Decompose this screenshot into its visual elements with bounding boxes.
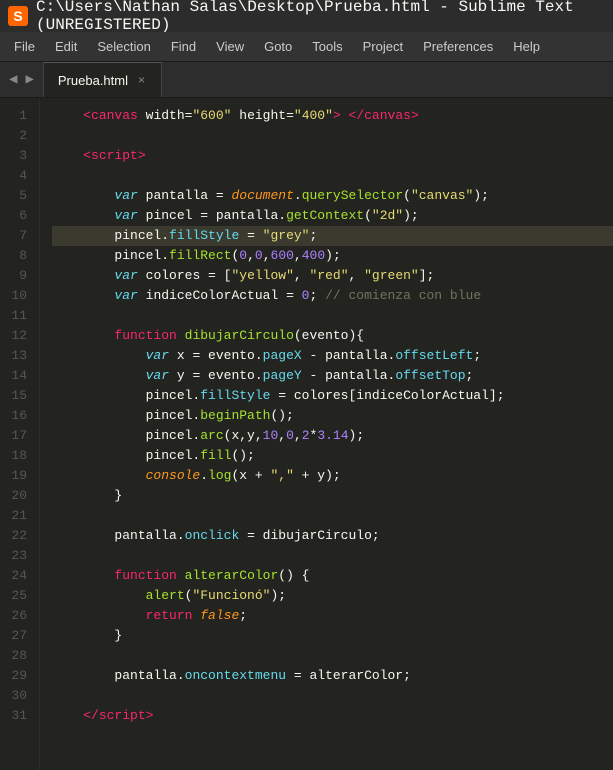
line-num-8: 8 — [8, 246, 27, 266]
line-num-26: 26 — [8, 606, 27, 626]
code-line-10: var indiceColorActual = 0; // comienza c… — [52, 286, 613, 306]
code-line-23 — [52, 546, 613, 566]
code-line-27: } — [52, 626, 613, 646]
line-num-9: 9 — [8, 266, 27, 286]
line-num-3: 3 — [8, 146, 27, 166]
line-num-12: 12 — [8, 326, 27, 346]
menu-file[interactable]: File — [4, 35, 45, 58]
code-line-9: var colores = ["yellow", "red", "green"]… — [52, 266, 613, 286]
menu-selection[interactable]: Selection — [87, 35, 160, 58]
line-num-31: 31 — [8, 706, 27, 726]
title-bar: S C:\Users\Nathan Salas\Desktop\Prueba.h… — [0, 0, 613, 32]
code-line-7: pincel.fillStyle = "grey"; — [52, 226, 613, 246]
code-line-13: var x = evento.pageX - pantalla.offsetLe… — [52, 346, 613, 366]
line-num-15: 15 — [8, 386, 27, 406]
line-num-16: 16 — [8, 406, 27, 426]
code-line-8: pincel.fillRect(0,0,600,400); — [52, 246, 613, 266]
tab-label: Prueba.html — [58, 73, 128, 88]
window-title: C:\Users\Nathan Salas\Desktop\Prueba.htm… — [36, 0, 605, 34]
line-num-11: 11 — [8, 306, 27, 326]
line-num-23: 23 — [8, 546, 27, 566]
line-num-14: 14 — [8, 366, 27, 386]
menu-preferences[interactable]: Preferences — [413, 35, 503, 58]
svg-text:S: S — [13, 8, 22, 24]
tab-next-button[interactable]: ▶ — [22, 69, 36, 90]
active-tab[interactable]: Prueba.html × — [43, 62, 162, 97]
line-num-28: 28 — [8, 646, 27, 666]
line-num-5: 5 — [8, 186, 27, 206]
menu-view[interactable]: View — [206, 35, 254, 58]
line-num-2: 2 — [8, 126, 27, 146]
code-line-29: pantalla.oncontextmenu = alterarColor; — [52, 666, 613, 686]
code-line-21 — [52, 506, 613, 526]
code-line-17: pincel.arc(x,y,10,0,2*3.14); — [52, 426, 613, 446]
editor: 1 2 3 4 5 6 7 8 9 10 11 12 13 14 15 16 1… — [0, 98, 613, 770]
code-line-6: var pincel = pantalla.getContext("2d"); — [52, 206, 613, 226]
code-line-31: </script> — [52, 706, 613, 726]
menu-bar: File Edit Selection Find View Goto Tools… — [0, 32, 613, 62]
line-numbers: 1 2 3 4 5 6 7 8 9 10 11 12 13 14 15 16 1… — [0, 98, 40, 770]
line-num-18: 18 — [8, 446, 27, 466]
line-num-22: 22 — [8, 526, 27, 546]
code-line-16: pincel.beginPath(); — [52, 406, 613, 426]
code-line-24: function alterarColor() { — [52, 566, 613, 586]
code-line-19: console.log(x + "," + y); — [52, 466, 613, 486]
code-line-11 — [52, 306, 613, 326]
code-line-3: <script> — [52, 146, 613, 166]
code-line-5: var pantalla = document.querySelector("c… — [52, 186, 613, 206]
line-num-19: 19 — [8, 466, 27, 486]
code-line-22: pantalla.onclick = dibujarCirculo; — [52, 526, 613, 546]
app-icon: S — [8, 6, 28, 26]
menu-tools[interactable]: Tools — [302, 35, 352, 58]
code-line-20: } — [52, 486, 613, 506]
line-num-17: 17 — [8, 426, 27, 446]
line-num-20: 20 — [8, 486, 27, 506]
line-num-10: 10 — [8, 286, 27, 306]
line-num-13: 13 — [8, 346, 27, 366]
tab-prev-button[interactable]: ◀ — [6, 69, 20, 90]
line-num-25: 25 — [8, 586, 27, 606]
code-line-15: pincel.fillStyle = colores[indiceColorAc… — [52, 386, 613, 406]
code-line-26: return false; — [52, 606, 613, 626]
code-editor[interactable]: <canvas width="600" height="400"> </canv… — [40, 98, 613, 770]
tab-bar: ◀ ▶ Prueba.html × — [0, 62, 613, 98]
menu-project[interactable]: Project — [353, 35, 413, 58]
code-line-1: <canvas width="600" height="400"> </canv… — [52, 106, 613, 126]
tab-close-button[interactable]: × — [136, 73, 147, 87]
code-line-12: function dibujarCirculo(evento){ — [52, 326, 613, 346]
line-num-24: 24 — [8, 566, 27, 586]
line-num-1: 1 — [8, 106, 27, 126]
code-line-18: pincel.fill(); — [52, 446, 613, 466]
line-num-21: 21 — [8, 506, 27, 526]
menu-help[interactable]: Help — [503, 35, 550, 58]
tab-nav: ◀ ▶ — [0, 62, 43, 97]
menu-goto[interactable]: Goto — [254, 35, 302, 58]
line-num-4: 4 — [8, 166, 27, 186]
code-line-14: var y = evento.pageY - pantalla.offsetTo… — [52, 366, 613, 386]
menu-find[interactable]: Find — [161, 35, 206, 58]
line-num-7: 7 — [8, 226, 27, 246]
code-line-28 — [52, 646, 613, 666]
line-num-6: 6 — [8, 206, 27, 226]
code-line-2 — [52, 126, 613, 146]
line-num-27: 27 — [8, 626, 27, 646]
code-line-30 — [52, 686, 613, 706]
code-line-4 — [52, 166, 613, 186]
line-num-29: 29 — [8, 666, 27, 686]
line-num-30: 30 — [8, 686, 27, 706]
menu-edit[interactable]: Edit — [45, 35, 87, 58]
code-line-25: alert("Funcionó"); — [52, 586, 613, 606]
